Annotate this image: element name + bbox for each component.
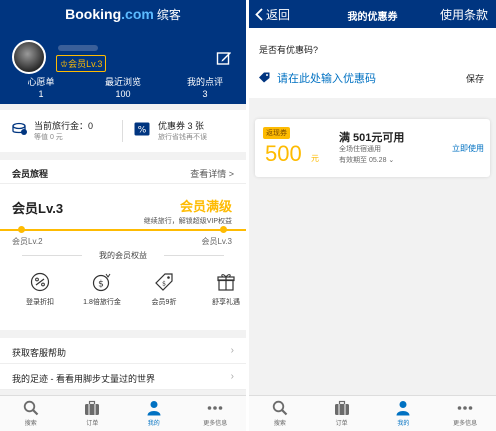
person-icon	[147, 401, 161, 416]
brand-logo: Booking.com 缤客	[65, 6, 181, 22]
chevron-right-icon: ›	[230, 371, 234, 382]
briefcase-icon	[334, 400, 349, 415]
discount-icon	[30, 272, 50, 292]
stat-reviews[interactable]: 我的点评 3	[164, 76, 246, 100]
level-progress-track	[0, 229, 246, 231]
voucher-unit: 元	[311, 154, 319, 163]
coins-icon: $	[92, 273, 111, 292]
stat-wishlist[interactable]: 心愿单 1	[0, 76, 82, 100]
terms-link[interactable]: 使用条款	[440, 6, 488, 23]
tab-more[interactable]: 更多信息	[185, 396, 247, 431]
chevron-down-icon: ⌄	[388, 157, 395, 164]
gift-icon	[217, 274, 235, 291]
tab-bar: 搜索 订单 我的 更多信息	[249, 395, 496, 431]
tab-account[interactable]: 我的	[373, 396, 435, 431]
level-badge: ♔会员Lv.3	[56, 55, 107, 72]
list-item-footprints[interactable]: 我的足迹 - 看看用脚步丈量过的世界 ›	[0, 364, 246, 390]
percent-coupon-icon: %	[134, 122, 150, 136]
promo-code-question: 是否有优惠码?	[259, 45, 319, 55]
travel-credit-title[interactable]: 当前旅行金：0	[34, 119, 93, 132]
progress-dot-start	[18, 226, 25, 233]
progress-dot-end	[220, 226, 227, 233]
edit-icon[interactable]	[216, 50, 232, 66]
voucher-scope: 全场住宿通用	[339, 146, 381, 153]
benefit-credit-multiplier[interactable]: $ 1.8倍旅行金	[72, 272, 132, 307]
benefit-gifts[interactable]: 舒享礼遇	[196, 272, 246, 307]
tab-bar: 搜索 订单 我的 更多信息	[0, 395, 246, 431]
benefit-login-discount[interactable]: 登录折扣	[10, 272, 70, 307]
tab-bookings[interactable]: 订单	[311, 396, 373, 431]
voucher-expiry[interactable]: 有效期至 05.28 ⌄	[339, 155, 394, 165]
journey-header: 会员旅程 查看详情 >	[0, 160, 246, 184]
stat-recent[interactable]: 最近浏览 100	[82, 76, 164, 100]
level-card: 会员Lv.3 会员满级 继续旅行，解锁超级VIP权益 会员Lv.2 会员Lv.3…	[0, 184, 246, 330]
tab-account[interactable]: 我的	[123, 396, 185, 431]
level-from: 会员Lv.2	[12, 237, 43, 246]
search-icon	[272, 400, 288, 416]
tab-more[interactable]: 更多信息	[434, 396, 496, 431]
voucher-amount: 500	[265, 141, 302, 166]
coins-stack-icon	[12, 122, 27, 135]
list-item-support[interactable]: 获取客服帮助 ›	[0, 338, 246, 364]
use-now-button[interactable]: 立即使用	[452, 143, 484, 154]
tab-search[interactable]: 搜索	[0, 396, 62, 431]
travel-credit-sub: 等值 0 元	[34, 134, 63, 141]
account-header: Booking.com 缤客 ♔会员Lv.3 心愿单 1 最近浏览 100 我的点…	[0, 0, 246, 104]
tag-icon: $	[155, 273, 173, 291]
svg-text:$: $	[162, 281, 166, 288]
benefit-member-discount[interactable]: $ 会员9折	[134, 272, 194, 307]
voucher-card: 返现券 500 元 满 501元可用 全场住宿通用 有效期至 05.28 ⌄ 立…	[255, 119, 490, 177]
level-subtitle: 继续旅行，解锁超级VIP权益	[143, 218, 232, 225]
avatar[interactable]	[12, 40, 46, 74]
wallet-row: 当前旅行金：0 等值 0 元 % 优惠券 3 张 旅行省钱再不误	[0, 110, 246, 152]
svg-text:%: %	[138, 126, 147, 136]
promo-code-input[interactable]: 请在此处输入优惠码	[277, 70, 376, 86]
journey-title: 会员旅程	[12, 169, 49, 179]
briefcase-icon	[85, 400, 100, 415]
tag-icon	[259, 72, 270, 83]
journey-details-link[interactable]: 查看详情 >	[190, 167, 234, 180]
account-screen: Booking.com 缤客 ♔会员Lv.3 心愿单 1 最近浏览 100 我的点…	[0, 0, 246, 431]
level-status: 会员满级	[179, 199, 232, 214]
divider	[122, 120, 123, 142]
save-button[interactable]: 保存	[466, 72, 484, 85]
tab-bookings[interactable]: 订单	[62, 396, 124, 431]
coupons-sub: 旅行省钱再不误	[158, 134, 207, 141]
current-level: 会员Lv.3	[12, 201, 64, 216]
promo-code-section: 是否有优惠码? 请在此处输入优惠码 保存	[249, 28, 496, 98]
stats-row: 心愿单 1 最近浏览 100 我的点评 3	[0, 76, 246, 100]
coupons-header: 返回 我的优惠券 使用条款	[249, 0, 496, 28]
username-redacted	[58, 45, 98, 51]
benefits-title: 我的会员权益	[99, 251, 147, 260]
search-icon	[23, 400, 39, 416]
voucher-condition: 满 501元可用	[339, 132, 405, 144]
level-to: 会员Lv.3	[201, 237, 232, 246]
voucher-type-badge: 返现券	[263, 127, 290, 139]
coupons-title[interactable]: 优惠券 3 张	[158, 119, 204, 132]
chevron-right-icon: ›	[230, 345, 234, 356]
svg-text:$: $	[98, 280, 104, 290]
more-icon	[457, 406, 473, 410]
more-icon	[207, 406, 223, 410]
person-icon	[396, 401, 410, 416]
medal-icon: ♔	[60, 59, 69, 69]
tab-search[interactable]: 搜索	[249, 396, 311, 431]
coupons-screen: 返回 我的优惠券 使用条款 是否有优惠码? 请在此处输入优惠码 保存 返现券 5…	[249, 0, 496, 431]
